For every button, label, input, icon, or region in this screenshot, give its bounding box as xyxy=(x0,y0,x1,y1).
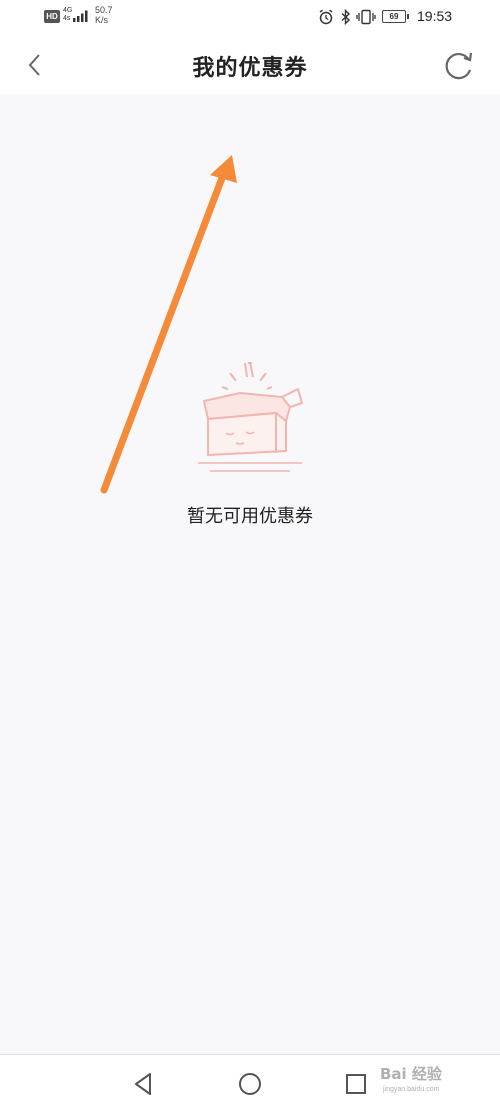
page-title: 我的优惠券 xyxy=(192,55,308,81)
refresh-button[interactable] xyxy=(440,48,478,84)
watermark: Bai 经验 xyxy=(380,1065,442,1083)
network-type-label: 4G xyxy=(63,7,73,14)
network-sub-label: 4s xyxy=(63,15,71,22)
nav-home-button[interactable] xyxy=(236,1070,264,1098)
refresh-icon xyxy=(445,52,473,80)
empty-box-illustration xyxy=(198,361,303,472)
speed-value: 50.7 xyxy=(95,5,113,15)
signal-icon xyxy=(73,10,88,22)
nav-recent-button[interactable] xyxy=(342,1070,370,1098)
alarm-icon xyxy=(319,9,333,25)
app-header: 我的优惠券 xyxy=(0,36,500,94)
watermark-sub: jingyan.baidu.com xyxy=(383,1086,440,1093)
triangle-back-icon xyxy=(135,1073,151,1095)
network-type: 4G 4s xyxy=(63,7,72,23)
vibrate-icon xyxy=(356,9,376,25)
speed-unit: K/s xyxy=(95,15,109,25)
coupon-content: 暂无可用优惠券 xyxy=(0,94,500,1054)
empty-state-message: 暂无可用优惠券 xyxy=(187,506,313,527)
square-recent-icon xyxy=(346,1074,366,1094)
bluetooth-icon xyxy=(341,9,351,25)
network-speed: 50.7 K/s xyxy=(95,5,113,25)
circle-home-icon xyxy=(239,1073,261,1095)
status-time: 19:53 xyxy=(417,8,453,24)
hd-badge: HD xyxy=(44,10,60,23)
nav-back-button[interactable] xyxy=(130,1070,158,1098)
status-bar: HD 4G 4s 50.7 K/s 69 19:53 xyxy=(0,0,500,36)
battery-indicator: 69 xyxy=(382,10,409,23)
